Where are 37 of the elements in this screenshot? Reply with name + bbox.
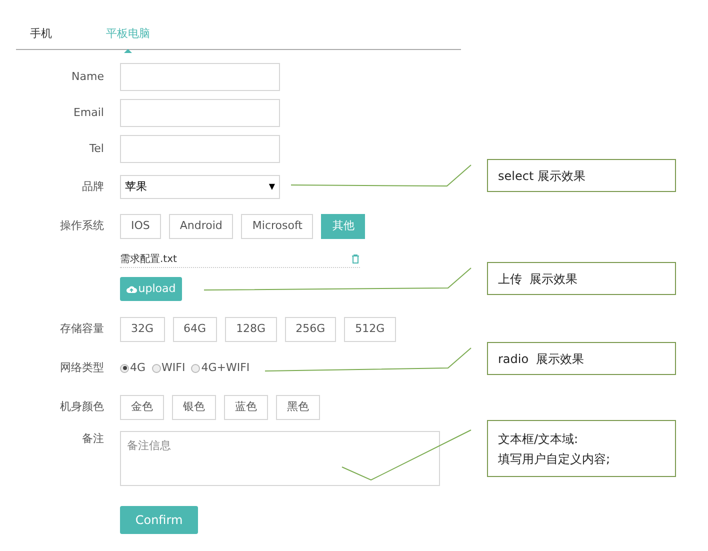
radio-option[interactable]: 4G+WIFI bbox=[191, 360, 250, 376]
option-button[interactable]: 蓝色 bbox=[224, 394, 268, 420]
option-button[interactable]: 金色 bbox=[120, 394, 164, 420]
field-label: 操作系统 bbox=[60, 218, 104, 234]
annotation-note: radio 展示效果 bbox=[487, 342, 676, 375]
field-label: 品牌 bbox=[82, 178, 104, 195]
option-button[interactable]: 黑色 bbox=[276, 394, 320, 420]
brand-select[interactable]: 苹果 ▼ bbox=[120, 175, 280, 199]
option-button[interactable]: 银色 bbox=[172, 394, 216, 420]
field-label: Tel bbox=[89, 140, 104, 157]
field-label: Email bbox=[73, 104, 104, 121]
option-button[interactable]: Android bbox=[168, 214, 234, 239]
cloud-upload-icon bbox=[126, 284, 138, 294]
field-label: 机身颜色 bbox=[60, 398, 104, 415]
radio-option[interactable]: WIFI bbox=[152, 360, 186, 376]
option-button[interactable]: Microsoft bbox=[241, 214, 314, 239]
text-field[interactable] bbox=[120, 135, 280, 163]
option-button[interactable]: 64G bbox=[172, 316, 218, 342]
field-label: 存储容量 bbox=[60, 320, 104, 337]
radio-option[interactable]: 4G bbox=[120, 360, 146, 376]
annotation-note: 文本框/文本域: 填写用户自定义内容; bbox=[487, 420, 676, 477]
trash-icon[interactable] bbox=[351, 254, 360, 264]
remark-textarea[interactable]: 备注信息 bbox=[120, 431, 440, 486]
field-label: 备注 bbox=[82, 431, 104, 447]
tab[interactable]: 手机 bbox=[30, 19, 52, 49]
option-button[interactable]: 32G bbox=[120, 316, 165, 342]
option-button[interactable]: IOS bbox=[120, 214, 161, 239]
file-name: 需求配置.txt bbox=[120, 252, 177, 266]
field-label: 网络类型 bbox=[60, 360, 104, 376]
option-button[interactable]: 256G bbox=[284, 316, 336, 342]
option-button[interactable]: 512G bbox=[344, 316, 396, 342]
annotation-note: 上传 展示效果 bbox=[487, 262, 676, 295]
text-field[interactable] bbox=[120, 63, 280, 91]
option-button[interactable]: 128G bbox=[225, 316, 277, 342]
text-field[interactable] bbox=[120, 99, 280, 127]
annotation-note: select 展示效果 bbox=[487, 159, 676, 192]
field-label: Name bbox=[72, 68, 104, 85]
